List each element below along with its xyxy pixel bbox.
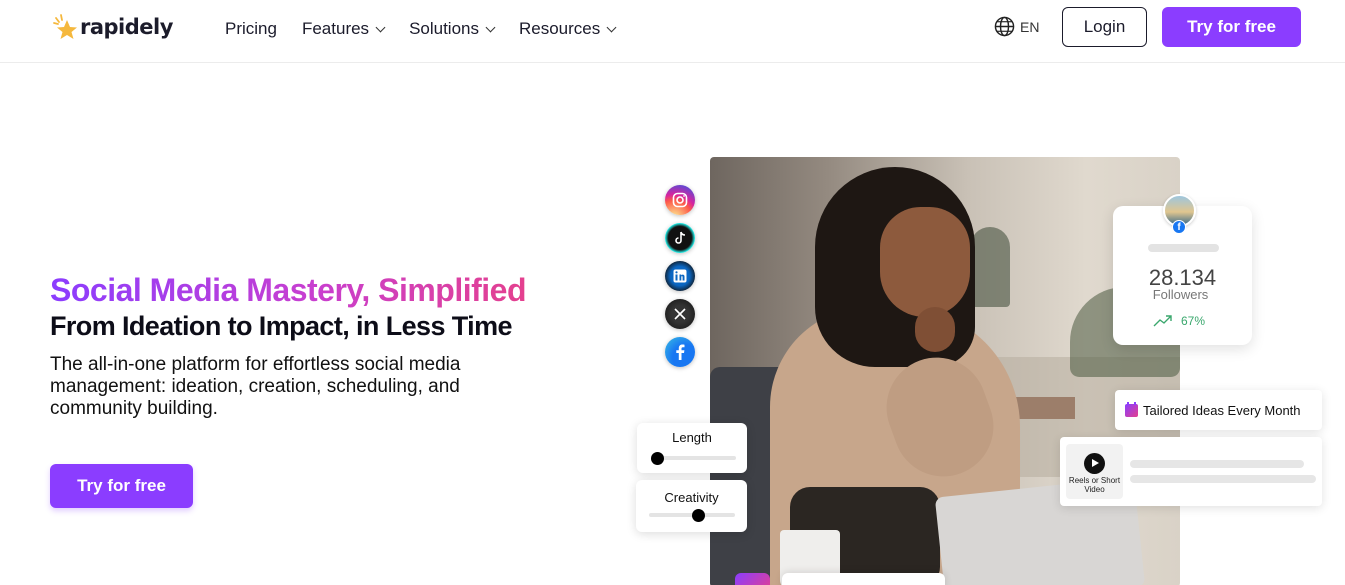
top-navigation: rapidely Pricing Features Solutions Reso… — [0, 0, 1345, 63]
chevron-down-icon — [606, 22, 617, 32]
try-for-free-nav-button[interactable]: Try for free — [1162, 7, 1301, 47]
logo-text: rapidely — [80, 15, 173, 39]
hero-description: The all-in-one platform for effortless s… — [50, 354, 461, 419]
creativity-slider-handle[interactable] — [691, 509, 705, 522]
tiktok-icon — [665, 223, 695, 253]
creativity-label: Creativity — [664, 490, 719, 505]
followers-trend: 67% — [1153, 314, 1205, 328]
x-icon — [665, 299, 695, 329]
hero-photo — [710, 157, 1180, 585]
logo[interactable]: rapidely — [52, 12, 173, 42]
partial-card — [782, 573, 945, 585]
hero-title: Social Media Mastery, Simplified — [50, 272, 527, 308]
main-menu: Pricing Features Solutions Resources — [225, 19, 640, 39]
placeholder-bar — [1130, 460, 1304, 468]
placeholder-bar — [1130, 475, 1316, 483]
nav-item-resources[interactable]: Resources — [519, 19, 617, 39]
nav-item-label: Solutions — [409, 19, 479, 38]
nav-item-pricing[interactable]: Pricing — [225, 19, 277, 39]
globe-icon — [994, 16, 1015, 37]
facebook-icon — [665, 337, 695, 367]
nav-item-label: Pricing — [225, 19, 277, 38]
placeholder-bar — [1148, 244, 1219, 252]
trend-up-icon — [1153, 315, 1172, 327]
facebook-badge-icon: f — [1172, 220, 1186, 234]
length-slider-track[interactable] — [651, 456, 736, 460]
tailored-ideas-card: Tailored Ideas Every Month — [1115, 390, 1322, 430]
nav-item-features[interactable]: Features — [301, 19, 386, 39]
instagram-icon — [665, 185, 695, 215]
reels-label: Reels or Short Video — [1068, 476, 1121, 494]
followers-label: Followers — [1152, 287, 1209, 302]
creativity-slider-card: Creativity — [636, 480, 747, 532]
nav-item-label: Features — [301, 19, 370, 38]
try-for-free-hero-button[interactable]: Try for free — [50, 464, 193, 508]
app-icon — [735, 573, 770, 585]
length-slider-card: Length — [637, 423, 747, 473]
language-label: EN — [1020, 18, 1040, 35]
hero-subtitle: From Ideation to Impact, in Less Time — [50, 311, 512, 341]
length-slider-handle[interactable] — [650, 452, 664, 465]
trend-value: 67% — [1181, 314, 1206, 328]
nav-item-label: Resources — [519, 19, 601, 38]
star-logo-icon — [52, 12, 82, 42]
tailored-ideas-label: Tailored Ideas Every Month — [1143, 402, 1301, 418]
chevron-down-icon — [485, 22, 496, 32]
login-button[interactable]: Login — [1062, 7, 1147, 47]
chevron-down-icon — [375, 22, 386, 32]
linkedin-icon — [665, 261, 695, 291]
nav-item-solutions[interactable]: Solutions — [409, 19, 496, 39]
length-label: Length — [672, 430, 712, 445]
play-icon — [1084, 453, 1105, 474]
language-selector[interactable]: EN — [994, 16, 1039, 37]
calendar-icon — [1125, 401, 1138, 417]
